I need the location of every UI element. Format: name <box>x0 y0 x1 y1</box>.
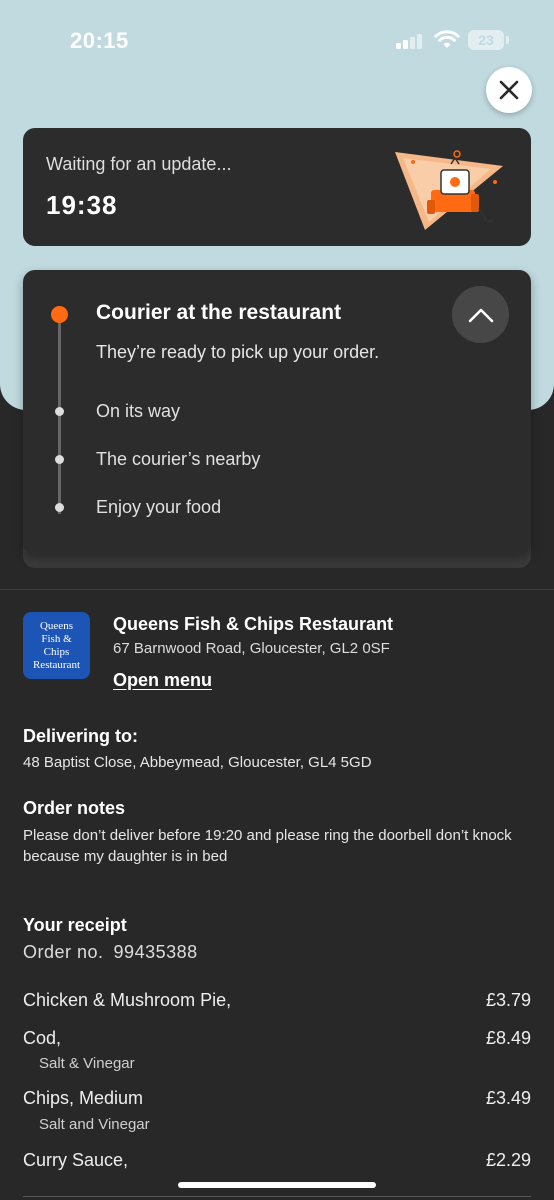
status-update-card: Waiting for an update... 19:38 <box>23 128 531 246</box>
chevron-up-icon <box>468 308 493 322</box>
update-label: Waiting for an update... <box>46 154 232 174</box>
order-progress-card: Courier at the restaurant They’re ready … <box>23 270 531 554</box>
collapse-button[interactable] <box>452 286 509 343</box>
receipt-item-price: £3.79 <box>485 990 531 1010</box>
step-on-its-way: On its way <box>96 401 181 421</box>
receipt-item-name: Chicken & Mushroom Pie, <box>23 990 232 1010</box>
order-number-row: Order no. 99435388 <box>23 942 198 963</box>
receipt-item-modifier: Salt and Vinegar <box>39 1116 150 1133</box>
logo-line: Restaurant <box>32 658 81 671</box>
restaurant-name: Queens Fish & Chips Restaurant <box>113 614 394 634</box>
wifi-icon <box>434 30 460 48</box>
status-time: 20:15 <box>70 28 129 53</box>
status-bar: 20:15 23 <box>0 0 554 80</box>
timeline-active-dot <box>51 306 68 323</box>
receipt-item-price: £3.49 <box>485 1088 531 1108</box>
restaurant-logo: Queens Fish & Chips Restaurant <box>23 612 90 679</box>
logo-line: Fish & <box>41 632 72 645</box>
timeline-dot <box>55 455 64 464</box>
update-time: 19:38 <box>46 190 118 220</box>
logo-line: Chips <box>43 645 70 658</box>
delivering-to-title: Delivering to: <box>23 726 139 746</box>
step-courier-nearby: The courier’s nearby <box>96 449 261 469</box>
receipt-item-name: Chips, Medium <box>23 1088 144 1108</box>
order-notes-title: Order notes <box>23 798 126 818</box>
order-number: 99435388 <box>113 942 198 962</box>
delivery-address: 48 Baptist Close, Abbeymead, Gloucester,… <box>23 754 372 771</box>
close-button[interactable] <box>486 67 532 113</box>
receipt-item-price: £8.49 <box>485 1028 531 1048</box>
open-menu-link[interactable]: Open menu <box>113 670 212 691</box>
signal-icon <box>396 31 424 49</box>
order-number-label: Order no. <box>23 942 104 962</box>
receipt-title: Your receipt <box>23 915 127 935</box>
receipt-item-name: Cod, <box>23 1028 62 1048</box>
courier-illustration <box>395 150 503 230</box>
battery-cap <box>506 36 509 44</box>
home-indicator[interactable] <box>178 1182 376 1188</box>
close-icon <box>499 80 519 100</box>
current-step-subtitle: They’re ready to pick up your order. <box>96 342 380 362</box>
logo-line: Queens <box>39 619 73 632</box>
order-notes-text: Please don’t deliver before 19:20 and pl… <box>23 827 512 865</box>
receipt-item-name: Curry Sauce, <box>23 1150 129 1170</box>
timeline-dot <box>55 503 64 512</box>
section-divider <box>0 589 554 590</box>
receipt-item-price: £2.29 <box>485 1150 531 1170</box>
receipt-divider <box>23 1196 531 1197</box>
current-step-title: Courier at the restaurant <box>96 301 342 324</box>
timeline-dot <box>55 407 64 416</box>
battery-icon: 23 <box>468 30 504 50</box>
step-enjoy-food: Enjoy your food <box>96 497 222 517</box>
receipt-item-modifier: Salt & Vinegar <box>39 1055 135 1072</box>
restaurant-address: 67 Barnwood Road, Gloucester, GL2 0SF <box>113 640 390 657</box>
